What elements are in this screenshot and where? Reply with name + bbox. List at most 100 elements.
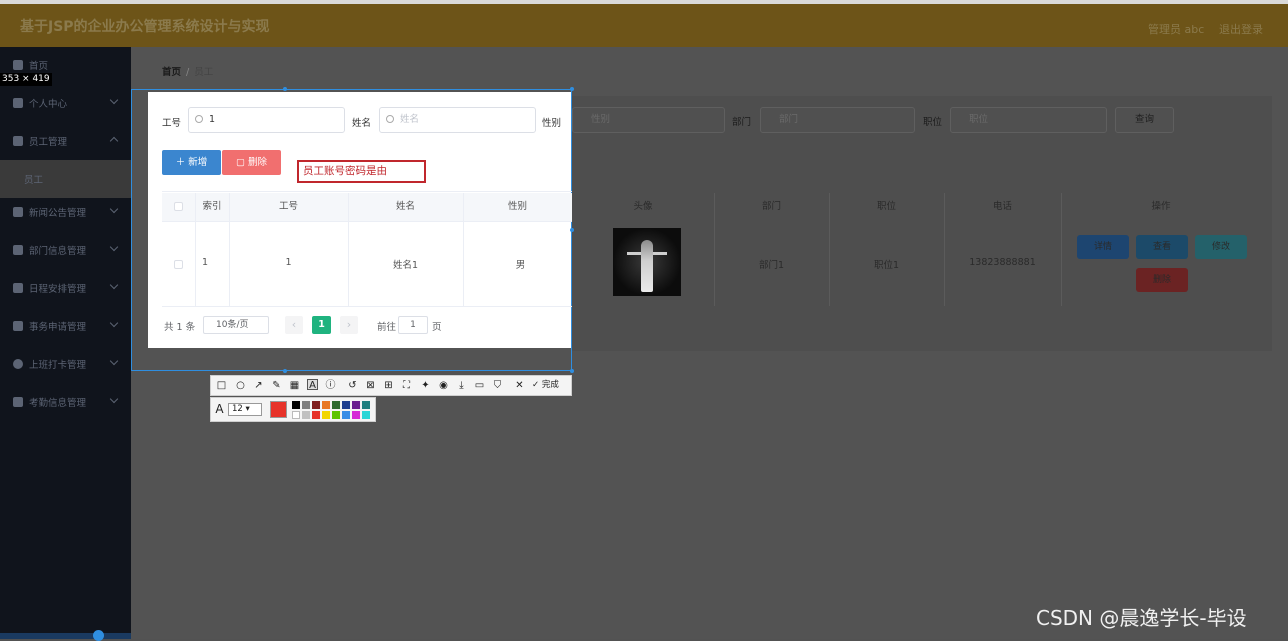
sidebar-item-schedule[interactable]: 日程安排管理 xyxy=(0,269,131,307)
sidebar-item-attendance[interactable]: 考勤信息管理 xyxy=(0,383,131,421)
cell-position: 职位1 xyxy=(873,260,900,271)
undo-icon[interactable]: ↺ xyxy=(347,380,358,391)
text-annotation[interactable]: 员工账号密码是由 xyxy=(297,160,426,183)
arrow-tool-icon[interactable]: ↗ xyxy=(253,380,264,391)
department-search-input[interactable]: 部门 xyxy=(760,107,915,133)
row-delete-button[interactable]: 删除 xyxy=(1136,268,1188,292)
query-button[interactable]: 查询 xyxy=(1115,107,1174,133)
csdn-watermark: CSDN @晨逸学长-毕设 xyxy=(1036,606,1247,630)
chevron-down-icon xyxy=(109,394,119,404)
column-header-name: 姓名 xyxy=(348,193,463,221)
home-icon xyxy=(13,60,23,70)
sidebar-item-news[interactable]: 新闻公告管理 xyxy=(0,193,131,231)
cell-gender: 男 xyxy=(515,260,526,271)
resize-handle[interactable] xyxy=(283,369,287,373)
ocr-icon[interactable]: ⊠ xyxy=(365,380,376,391)
color-swatch[interactable] xyxy=(292,411,300,419)
done-button[interactable]: ✓ 完成 xyxy=(532,380,566,391)
column-header-id: 工号 xyxy=(229,193,348,221)
color-swatch[interactable] xyxy=(332,411,340,419)
chevron-down-icon xyxy=(109,280,119,290)
employee-id-input[interactable]: 1 xyxy=(188,107,345,133)
current-page-button[interactable]: 1 xyxy=(312,316,331,334)
sidebar-item-label: 考勤信息管理 xyxy=(29,398,87,409)
scroll-handle[interactable] xyxy=(93,630,104,641)
save-icon[interactable]: ▭ xyxy=(474,380,485,391)
prev-page-button[interactable]: ‹ xyxy=(285,316,303,334)
color-swatch[interactable] xyxy=(322,401,330,409)
page-size-select[interactable]: 10条/页 xyxy=(203,316,269,334)
sidebar-item-checkin[interactable]: 上班打卡管理 xyxy=(0,345,131,383)
row-checkbox[interactable] xyxy=(174,260,183,269)
ellipse-tool-icon[interactable]: ○ xyxy=(235,380,246,391)
color-swatch[interactable] xyxy=(342,411,350,419)
color-swatch[interactable] xyxy=(312,411,320,419)
column-header-gender: 性别 xyxy=(463,193,572,221)
next-page-button[interactable]: › xyxy=(340,316,358,334)
goto-page-input[interactable]: 1 xyxy=(398,316,428,334)
resize-handle[interactable] xyxy=(570,369,574,373)
sidebar-item-department[interactable]: 部门信息管理 xyxy=(0,231,131,269)
column-divider xyxy=(829,193,830,306)
color-swatch[interactable] xyxy=(332,401,340,409)
column-divider xyxy=(944,193,945,306)
sidebar-item-employee-mgmt[interactable]: 员工管理 xyxy=(0,122,131,160)
pen-tool-icon[interactable]: ✎ xyxy=(271,380,282,391)
sidebar-item-label: 日程安排管理 xyxy=(29,284,87,295)
color-swatch[interactable] xyxy=(322,411,330,419)
column-header-actions: 操作 xyxy=(1151,201,1171,212)
color-swatch[interactable] xyxy=(302,411,310,419)
column-divider xyxy=(348,193,349,306)
sidebar-item-label: 首页 xyxy=(29,61,49,72)
close-icon[interactable]: ✕ xyxy=(514,380,525,391)
search-icon xyxy=(386,115,394,123)
view-button[interactable]: 查看 xyxy=(1136,235,1188,259)
font-size-select[interactable]: 12 ▾ xyxy=(228,403,262,416)
record-icon[interactable]: ◉ xyxy=(438,380,449,391)
mosaic-tool-icon[interactable]: ▦ xyxy=(289,380,300,391)
sidebar-item-profile[interactable]: 个人中心 xyxy=(0,84,131,122)
gender-search-input[interactable]: 性别 xyxy=(572,107,725,133)
name-input[interactable]: 姓名 xyxy=(379,107,536,133)
info-tool-icon[interactable]: ⓘ xyxy=(325,380,336,391)
color-swatch[interactable] xyxy=(362,411,370,419)
color-swatch[interactable] xyxy=(342,401,350,409)
edit-button[interactable]: 修改 xyxy=(1195,235,1247,259)
resize-handle[interactable] xyxy=(283,87,287,91)
select-all-checkbox[interactable] xyxy=(174,202,183,211)
pin-icon[interactable]: ✦ xyxy=(420,380,431,391)
download-icon[interactable]: ⤓ xyxy=(456,380,467,391)
color-swatch[interactable] xyxy=(352,411,360,419)
current-color-swatch[interactable] xyxy=(270,401,287,418)
translate-icon[interactable]: ⊞ xyxy=(383,380,394,391)
chevron-down-icon xyxy=(109,356,119,366)
column-divider xyxy=(195,193,196,306)
bookmark-icon[interactable]: ⛉ xyxy=(492,380,503,391)
clock-icon xyxy=(13,359,23,369)
user-name[interactable]: 管理员 abc xyxy=(1148,21,1204,37)
capture-size-readout: 353 × 419 xyxy=(0,73,52,86)
sidebar-scrollbar[interactable] xyxy=(0,633,131,639)
department-label: 部门 xyxy=(732,117,752,128)
chevron-up-icon xyxy=(109,136,119,146)
rectangle-tool-icon[interactable]: □ xyxy=(216,380,227,391)
color-swatch[interactable] xyxy=(352,401,360,409)
long-capture-icon[interactable]: ⛶ xyxy=(401,380,412,391)
resize-handle[interactable] xyxy=(570,87,574,91)
text-tool-icon[interactable]: A xyxy=(307,379,318,391)
detail-button[interactable]: 详情 xyxy=(1077,235,1129,259)
position-search-input[interactable]: 职位 xyxy=(950,107,1107,133)
color-swatch[interactable] xyxy=(312,401,320,409)
color-swatch[interactable] xyxy=(292,401,300,409)
logout-link[interactable]: 退出登录 xyxy=(1219,21,1263,37)
color-swatch[interactable] xyxy=(302,401,310,409)
top-header: 基于JSP的企业办公管理系统设计与实现 管理员 abc 退出登录 xyxy=(0,0,1288,47)
color-swatch[interactable] xyxy=(362,401,370,409)
column-divider xyxy=(714,193,715,306)
sidebar-item-affairs[interactable]: 事务申请管理 xyxy=(0,307,131,345)
chevron-down-icon xyxy=(109,318,119,328)
delete-button[interactable]: ▢ 删除 xyxy=(222,150,281,175)
add-button[interactable]: ＋ 新增 xyxy=(162,150,221,175)
cell-department: 部门1 xyxy=(758,260,785,271)
breadcrumb-home[interactable]: 首页 xyxy=(162,67,181,78)
